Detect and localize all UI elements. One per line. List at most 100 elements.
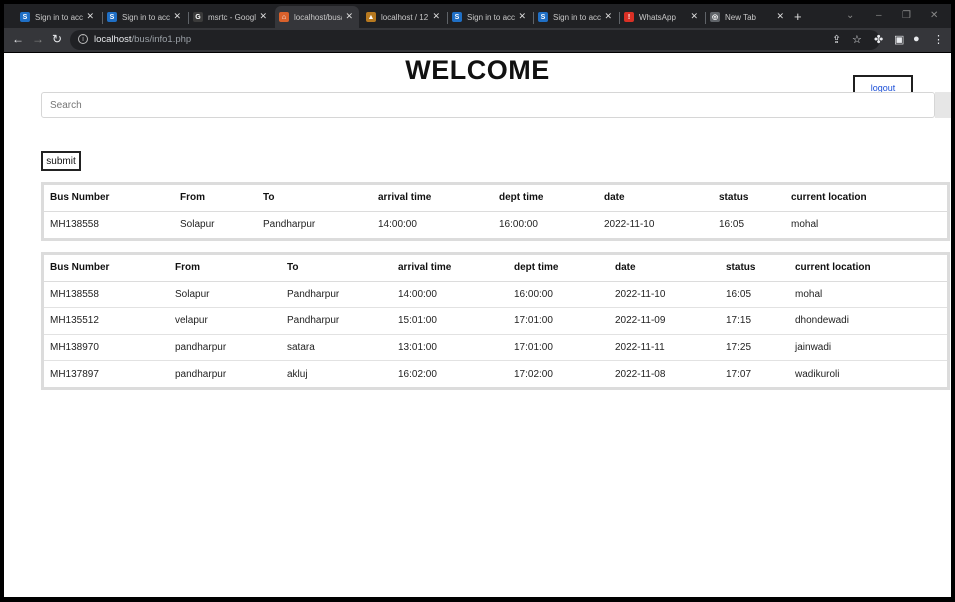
tab-title: msrtc - Googl <box>208 12 256 22</box>
tab-separator <box>533 12 534 24</box>
tab-title: localhost / 12 <box>381 12 429 22</box>
column-header: dept time <box>508 255 609 282</box>
column-header: status <box>720 255 789 282</box>
extensions-icon[interactable]: ✤ <box>874 33 883 46</box>
share-icon[interactable]: ⇪ <box>832 33 841 46</box>
tab-favicon-icon: ! <box>624 12 634 22</box>
table-cell: Pandharpur <box>281 280 392 308</box>
table-cell: 14:00:00 <box>372 210 493 238</box>
site-info-icon[interactable]: i <box>78 34 88 44</box>
browser-tab[interactable]: Gmsrtc - Googl ✕ <box>189 6 273 28</box>
table-row: MH138558 Solapur Pandharpur 14:00:00 16:00:0… <box>44 210 947 238</box>
browser-tab[interactable]: S Sign in to acco ✕ <box>103 6 187 28</box>
column-header: arrival time <box>392 255 508 282</box>
tab-separator <box>102 12 103 24</box>
table-cell: 2022-11-11 <box>609 333 720 361</box>
table-row: MH138558 Solapur Pandharpur 14:00:00 16:00:0… <box>44 280 947 308</box>
url-host: localhost <box>94 34 132 45</box>
new-tab-button[interactable]: + <box>794 9 802 24</box>
minimize-icon[interactable]: – <box>876 10 882 21</box>
tab-close-icon[interactable]: ✕ <box>345 11 353 22</box>
table-cell: 16:00:00 <box>493 210 598 238</box>
table-cell: MH135512 <box>44 307 169 334</box>
column-header: To <box>281 255 392 282</box>
table-cell: 14:00:00 <box>392 280 508 308</box>
close-window-icon[interactable]: ✕ <box>930 10 938 21</box>
table-row: MH135512 velapur Pandharpur 15:01:00 17:01:0… <box>44 307 947 334</box>
browser-tab[interactable]: ⌂ localhost/bus/✕ <box>275 6 359 28</box>
table-cell: jainwadi <box>789 333 947 361</box>
column-header: dept time <box>493 185 598 212</box>
table-cell: dhondewadi <box>789 307 947 334</box>
search-scrollbar[interactable] <box>935 92 951 118</box>
table-cell: 17:25 <box>720 333 789 361</box>
tab-strip: S Sign in to acco ✕ S Sign in to acco ✕ Gmsrtc… <box>4 4 951 28</box>
column-header: status <box>713 185 785 212</box>
tab-favicon-icon: G <box>193 12 203 22</box>
tab-separator <box>447 12 448 24</box>
tab-close-icon[interactable]: ✕ <box>690 11 698 22</box>
tab-favicon-icon: ⌂ <box>279 12 289 22</box>
table-cell: 15:01:00 <box>392 307 508 334</box>
column-header: Bus Number <box>44 255 169 282</box>
table-cell: wadikuroli <box>789 360 947 387</box>
tab-close-icon[interactable]: ✕ <box>604 11 612 22</box>
tab-close-icon[interactable]: ✕ <box>776 11 784 22</box>
browser-tab[interactable]: S Sign in to acco ✕ <box>16 6 100 28</box>
browser-tab[interactable]: ◎ New Tab ✕ <box>706 6 790 28</box>
browser-tab[interactable]: S Sign in to acco ✕ <box>448 6 532 28</box>
forward-icon[interactable]: → <box>32 32 44 46</box>
tab-separator <box>188 12 189 24</box>
table-cell: 16:00:00 <box>508 280 609 308</box>
address-bar[interactable]: i localhost/bus/info1.php ⇪ ☆ <box>70 30 880 50</box>
table-cell: akluj <box>281 360 392 387</box>
back-icon[interactable]: ← <box>12 32 24 46</box>
table-cell: pandharpur <box>169 333 281 361</box>
table-cell: MH138558 <box>44 210 174 238</box>
table-cell: 16:05 <box>720 280 789 308</box>
table-cell: 2022-11-08 <box>609 360 720 387</box>
browser-toolbar: ← → ↻ i localhost/bus/info1.php ⇪ ☆ ✤ ▣ … <box>4 28 951 52</box>
all-buses-table: Bus Number From To arrival time dept time dat… <box>41 252 950 390</box>
table-cell: Solapur <box>169 280 281 308</box>
side-panel-icon[interactable]: ▣ <box>894 33 904 46</box>
table-cell: 2022-11-10 <box>598 210 713 238</box>
tab-favicon-icon: ◎ <box>710 12 720 22</box>
tab-close-icon[interactable]: ✕ <box>86 11 94 22</box>
browser-tab[interactable]: ! WhatsApp ✕ <box>620 6 704 28</box>
table-cell: mohal <box>789 280 947 308</box>
table-cell: pandharpur <box>169 360 281 387</box>
table-cell: 17:15 <box>720 307 789 334</box>
tab-separator <box>619 12 620 24</box>
bookmark-star-icon[interactable]: ☆ <box>852 33 862 46</box>
column-header: current location <box>789 255 947 282</box>
profile-icon[interactable]: ● <box>913 33 920 45</box>
tab-title: New Tab <box>725 12 756 22</box>
tab-title: localhost/bus/ <box>294 12 342 22</box>
tab-close-icon[interactable]: ✕ <box>518 11 526 22</box>
tab-close-icon[interactable]: ✕ <box>259 11 267 22</box>
table-cell: MH137897 <box>44 360 169 387</box>
tab-favicon-icon: S <box>538 12 548 22</box>
browser-tab[interactable]: ▲ localhost / 12 ✕ <box>362 6 446 28</box>
submit-button[interactable]: submit <box>41 151 81 171</box>
table-cell: 17:01:00 <box>508 307 609 334</box>
tab-search-icon[interactable]: ⌄ <box>846 10 854 21</box>
reload-icon[interactable]: ↻ <box>52 32 62 46</box>
tab-favicon-icon: S <box>452 12 462 22</box>
maximize-icon[interactable]: ❐ <box>902 10 911 21</box>
table-cell: satara <box>281 333 392 361</box>
tab-close-icon[interactable]: ✕ <box>173 11 181 22</box>
table-cell: 17:02:00 <box>508 360 609 387</box>
table-cell: 13:01:00 <box>392 333 508 361</box>
table-row: MH137897 pandharpur akluj 16:02:00 17:02:00 2… <box>44 360 947 387</box>
browser-window: S Sign in to acco ✕ S Sign in to acco ✕ Gmsrtc… <box>0 0 955 602</box>
table-cell: MH138558 <box>44 280 169 308</box>
tab-close-icon[interactable]: ✕ <box>432 11 440 22</box>
search-input[interactable] <box>41 92 935 118</box>
browser-tab[interactable]: S Sign in to acco ✕ <box>534 6 618 28</box>
menu-icon[interactable]: ⋮ <box>933 33 944 46</box>
column-header: arrival time <box>372 185 493 212</box>
table-cell: 17:01:00 <box>508 333 609 361</box>
table-cell: mohal <box>785 210 947 238</box>
